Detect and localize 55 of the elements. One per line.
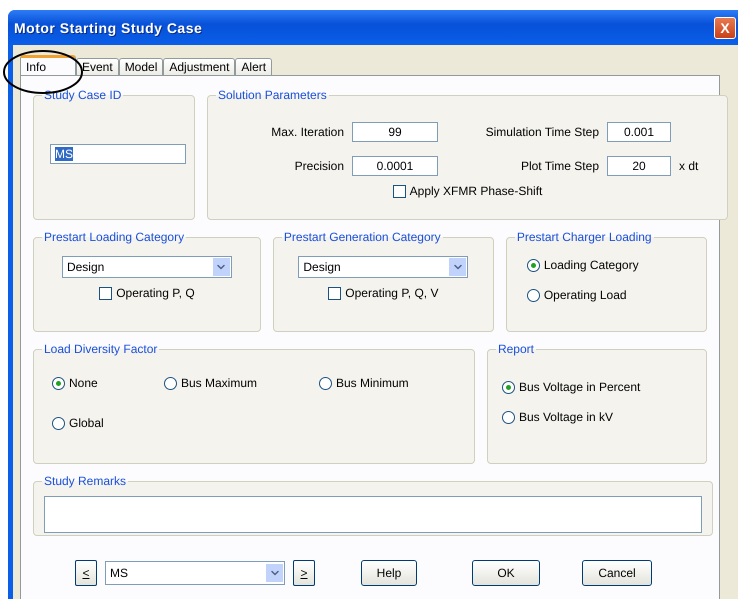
checkbox[interactable] [99,286,112,300]
checkbox-label: Operating P, Q [116,286,195,300]
radio-button[interactable] [502,410,515,424]
radio-button[interactable] [52,416,65,430]
tab[interactable]: Info [20,55,76,75]
radio-label: Loading Category [544,258,639,272]
field-label: Plot Time Step [520,159,599,173]
group-title: Study Remarks [43,474,128,488]
dialog-button[interactable]: Help [361,560,417,586]
group-title: Report [496,342,535,356]
dialog-button[interactable]: Cancel [582,560,652,586]
field-label: Precision [294,159,344,173]
radio-label: Bus Voltage in kV [518,410,613,424]
input-field[interactable]: 0.001 [607,122,671,142]
dropdown[interactable]: Design [298,256,468,278]
group-title: Prestart Loading Category [43,230,186,244]
tab[interactable]: Model [118,58,164,75]
field-label: Simulation Time Step [484,125,599,139]
group-title: Prestart Generation Category [282,230,442,244]
group-title: Prestart Charger Loading [516,230,653,244]
dropdown[interactable]: Design [62,256,232,278]
previous-button[interactable]: < [75,560,97,586]
radio-button[interactable] [52,376,65,390]
tab[interactable]: Alert [235,58,272,75]
radio-button[interactable] [164,376,177,390]
radio-label: Global [69,416,104,430]
remarks-field[interactable] [44,496,702,533]
radio-label: Bus Voltage in Percent [518,380,640,394]
dialog-button[interactable]: OK [472,560,540,586]
checkbox[interactable] [328,286,342,300]
group-title: Solution Parameters [217,88,328,102]
checkbox-label: Operating P, Q, V [345,286,438,300]
radio-label: Bus Minimum [336,376,409,390]
case-dropdown[interactable]: MS [105,561,285,585]
tab[interactable]: Adjustment [163,58,236,75]
input-field[interactable]: MS [50,144,186,164]
radio-button[interactable] [319,376,332,390]
radio-button[interactable] [502,380,515,394]
group-title: Load Diversity Factor [43,342,158,356]
checkbox-label: Apply XFMR Phase-Shift [410,184,542,198]
input-field[interactable]: 20 [607,156,671,176]
field-label: Max. Iteration [270,125,344,139]
input-field[interactable]: 0.0001 [352,156,438,176]
input-field[interactable]: 99 [352,122,438,142]
tab[interactable]: Event [76,58,119,75]
close-button[interactable]: X [714,16,736,38]
unit-label: x dt [679,159,700,173]
radio-label: Operating Load [544,288,627,302]
radio-label: Bus Maximum [181,376,258,390]
checkbox[interactable] [392,184,406,198]
radio-label: None [69,376,98,390]
next-button[interactable]: > [293,560,315,586]
window-title: Motor Starting Study Case [14,20,202,36]
radio-button[interactable] [526,288,540,302]
radio-button[interactable] [526,258,540,272]
